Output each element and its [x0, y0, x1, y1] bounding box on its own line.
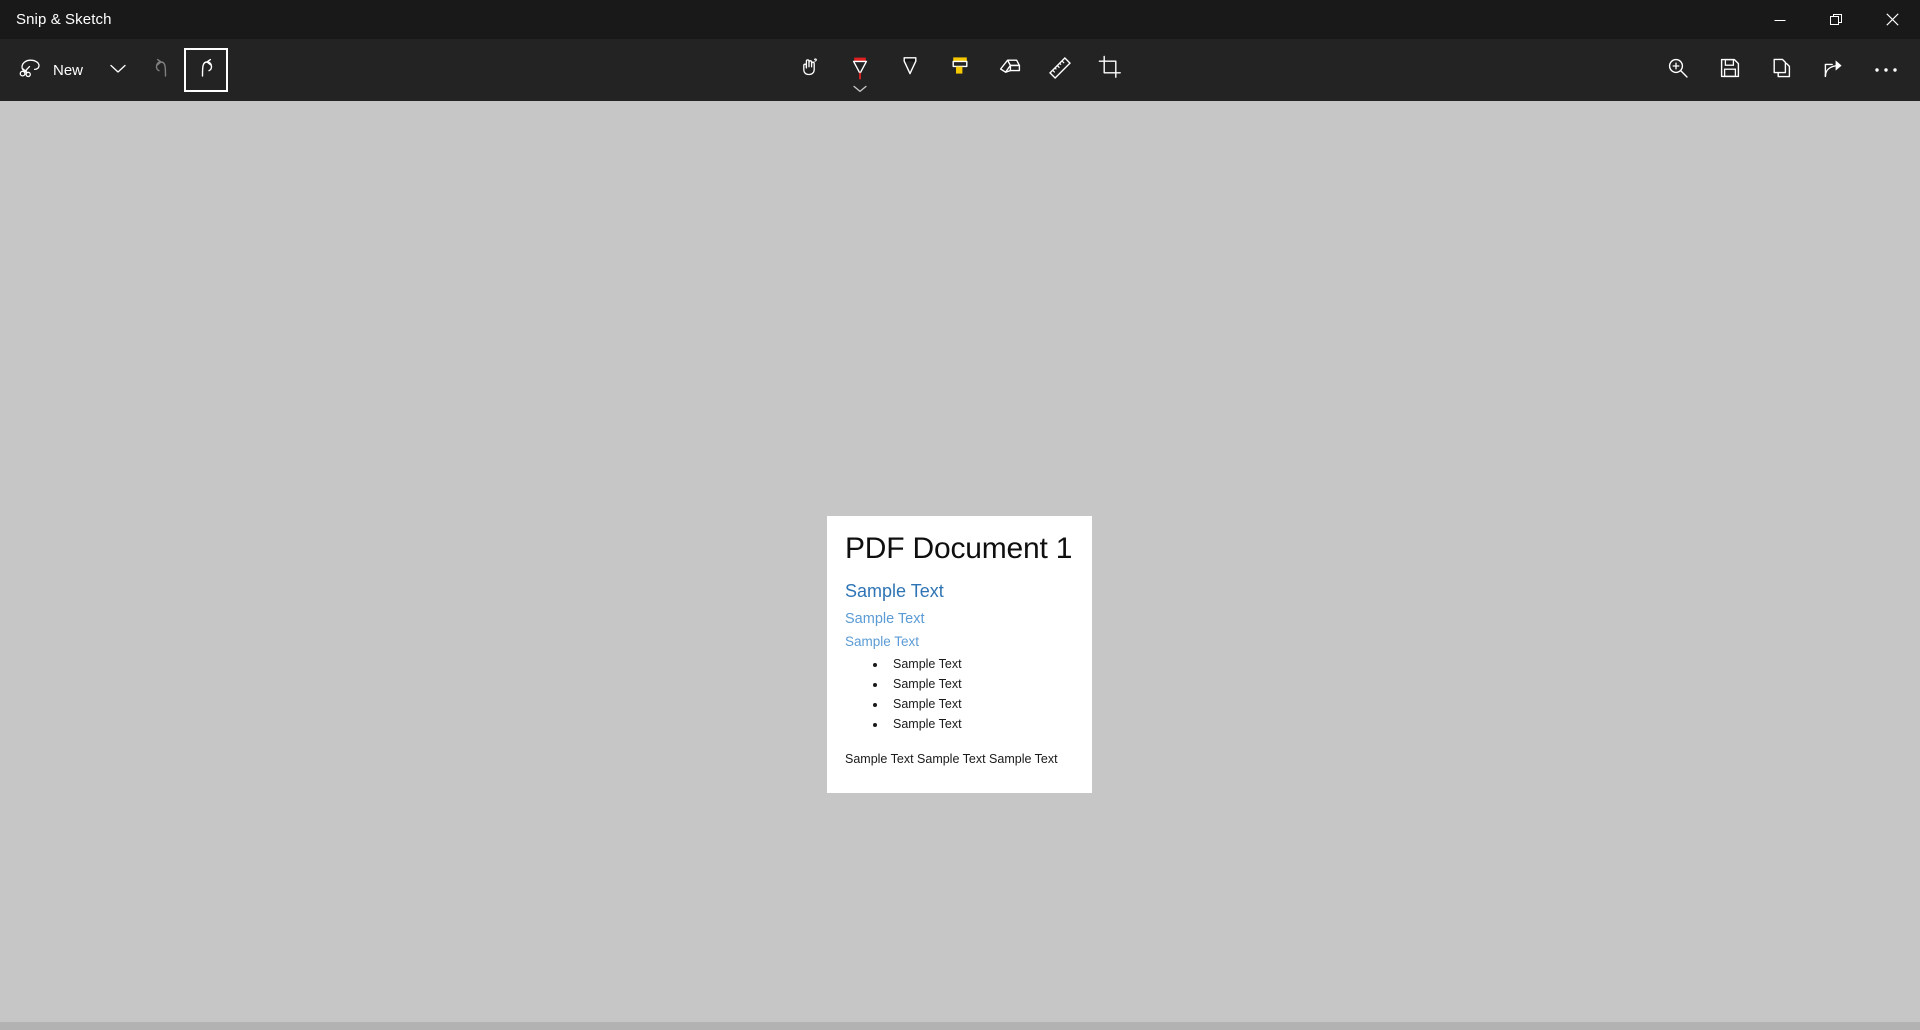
redo-button[interactable]: [184, 48, 229, 92]
highlighter-icon: [947, 54, 973, 89]
copy-button[interactable]: [1760, 48, 1804, 92]
new-snip-dropdown-button[interactable]: [96, 48, 140, 92]
document-title: PDF Document 1: [845, 532, 1073, 565]
document-heading-2: Sample Text: [845, 610, 925, 627]
restore-button[interactable]: [1808, 0, 1864, 39]
share-button[interactable]: [1812, 48, 1856, 92]
save-button[interactable]: [1708, 48, 1752, 92]
list-item: Sample Text: [887, 714, 1074, 734]
new-snip-button[interactable]: New: [8, 47, 96, 93]
chevron-down-icon: [110, 61, 126, 79]
zoom-button[interactable]: [1656, 48, 1700, 92]
document-heading-1: Sample Text: [845, 581, 944, 601]
captured-document-image: PDF Document 1 Sample Text Sample Text S…: [827, 516, 1092, 793]
snip-new-icon: [19, 57, 43, 84]
copy-icon: [1771, 57, 1793, 84]
undo-button[interactable]: [140, 48, 184, 92]
new-snip-label: New: [53, 61, 84, 79]
command-bar-left: New: [0, 47, 229, 93]
app-title: Snip & Sketch: [16, 11, 112, 28]
command-bar-right: [1656, 48, 1920, 92]
crop-icon: [1097, 54, 1123, 85]
touch-writing-icon: [797, 54, 823, 85]
undo-icon: [151, 57, 173, 84]
redo-icon: [195, 57, 217, 84]
horizontal-scrollbar[interactable]: [0, 1022, 1920, 1030]
tool-touch-writing[interactable]: [788, 48, 832, 92]
document-paragraph: Sample Text Sample Text Sample Text: [845, 751, 1058, 766]
close-icon: [1885, 13, 1899, 26]
snip-canvas[interactable]: PDF Document 1 Sample Text Sample Text S…: [0, 101, 1920, 1030]
document-bullet-list: Sample Text Sample Text Sample Text Samp…: [845, 654, 1074, 734]
window-controls: [1752, 0, 1920, 39]
eraser-icon: [996, 54, 1024, 85]
annotation-tool-group: [788, 48, 1132, 108]
pen-options-chevron-down-icon[interactable]: [853, 80, 867, 98]
list-item: Sample Text: [887, 674, 1074, 694]
tool-crop[interactable]: [1088, 48, 1132, 92]
document-heading-3: Sample Text: [845, 634, 920, 650]
restore-icon: [1829, 13, 1843, 26]
save-icon: [1719, 57, 1741, 84]
title-bar: Snip & Sketch: [0, 0, 1920, 39]
tool-eraser[interactable]: [988, 48, 1032, 92]
tool-ruler[interactable]: [1038, 48, 1082, 92]
snip-and-sketch-window: Snip & Sketch New PDF Document 1 Sample …: [0, 0, 1920, 1030]
ellipsis-icon: [1874, 61, 1898, 79]
list-item: Sample Text: [887, 694, 1074, 714]
more-options-button[interactable]: [1864, 48, 1908, 92]
minimize-button[interactable]: [1752, 0, 1808, 39]
tool-highlighter[interactable]: [938, 48, 982, 92]
close-button[interactable]: [1864, 0, 1920, 39]
zoom-in-icon: [1666, 56, 1690, 85]
pencil-icon: [897, 54, 923, 89]
share-icon: [1822, 57, 1846, 84]
tool-ballpoint-pen[interactable]: [838, 48, 882, 93]
minimize-icon: [1774, 14, 1786, 26]
command-bar-center: [0, 39, 1920, 108]
ruler-icon: [1046, 54, 1074, 87]
list-item: Sample Text: [887, 654, 1074, 674]
tool-pencil[interactable]: [888, 48, 932, 92]
command-bar: New: [0, 39, 1920, 108]
